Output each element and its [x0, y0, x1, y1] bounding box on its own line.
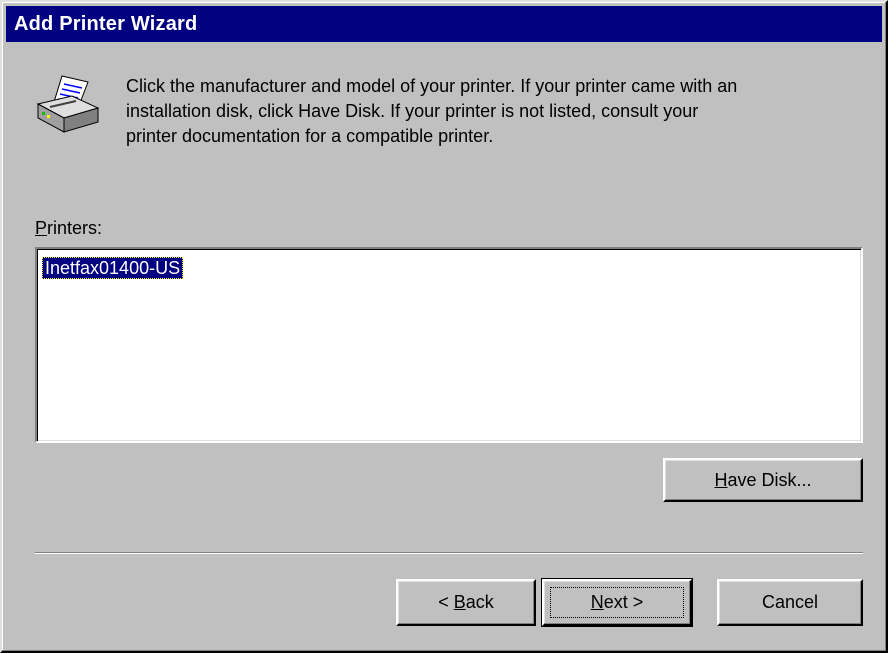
instructions-line: installation disk, click Have Disk. If y… — [126, 101, 699, 121]
window-title: Add Printer Wizard — [14, 13, 198, 35]
have-disk-button[interactable]: Have Disk... — [663, 458, 863, 502]
back-prefix: < — [438, 592, 454, 612]
printer-list-item-selected[interactable]: Inetfax01400-US — [42, 257, 184, 279]
next-label: ext > — [603, 592, 644, 612]
printer-icon — [32, 74, 102, 136]
next-button[interactable]: Next > — [541, 578, 693, 627]
have-disk-label: ave Disk... — [727, 469, 812, 490]
instructions-line: printer documentation for a compatible p… — [126, 126, 494, 146]
printers-label: Printers: — [35, 218, 102, 239]
separator-line — [35, 552, 863, 554]
back-label: ack — [465, 592, 494, 612]
have-disk-mnemonic: H — [714, 469, 728, 490]
title-bar[interactable]: Add Printer Wizard — [6, 6, 882, 42]
printers-label-mnemonic: P — [35, 218, 48, 238]
cancel-button[interactable]: Cancel — [717, 579, 863, 626]
instructions-text: Click the manufacturer and model of your… — [126, 74, 856, 149]
cancel-label: Cancel — [761, 592, 819, 612]
printers-label-text: rinters: — [47, 218, 103, 238]
next-mnemonic: N — [590, 592, 604, 612]
instructions-line: Click the manufacturer and model of your… — [126, 76, 738, 96]
add-printer-wizard-window: Add Printer Wizard Click the manufacture… — [0, 0, 888, 653]
back-button[interactable]: < Back — [396, 579, 536, 626]
back-mnemonic: B — [453, 592, 466, 612]
printers-listbox[interactable]: Inetfax01400-US — [35, 247, 863, 443]
